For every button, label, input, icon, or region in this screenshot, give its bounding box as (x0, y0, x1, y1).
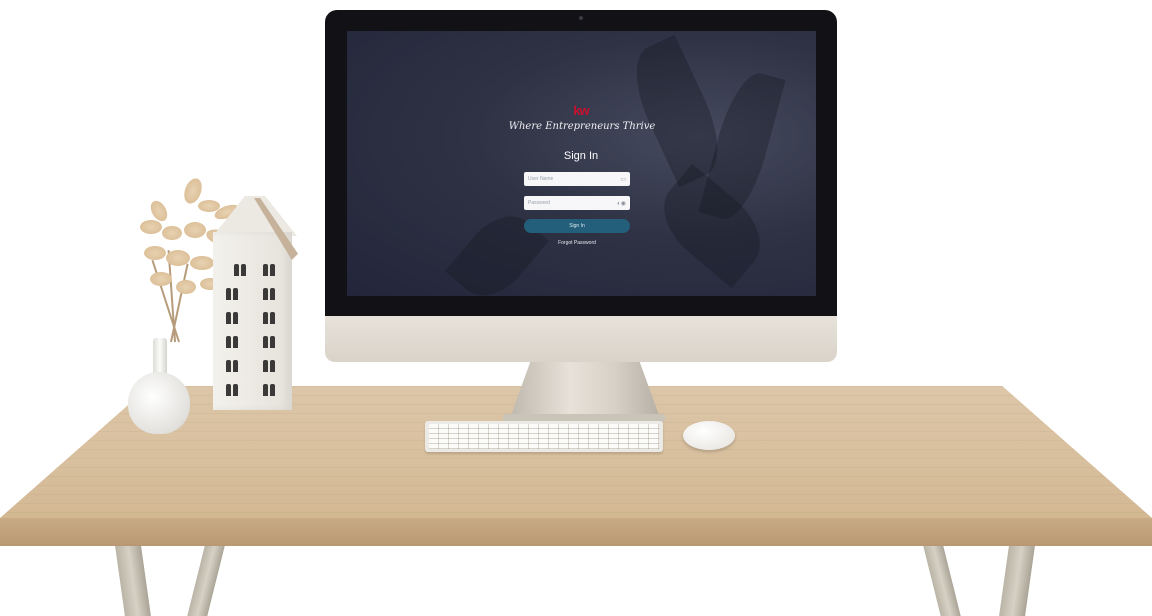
house-window (233, 336, 238, 348)
house-window (241, 264, 246, 276)
house-window (270, 264, 275, 276)
background-leaf (445, 202, 549, 296)
vase (128, 372, 190, 434)
mouse (683, 421, 735, 450)
kw-logo: kw (573, 103, 589, 118)
forgot-password-link[interactable]: Forgot Password (524, 240, 630, 246)
pampas-plume (166, 250, 190, 266)
house-window (226, 384, 231, 396)
house-window (270, 384, 275, 396)
house-window (263, 312, 268, 324)
house-window (270, 336, 275, 348)
pampas-plume (144, 246, 166, 260)
username-field[interactable]: User Name ▭ (524, 172, 630, 186)
desk-leg (115, 546, 151, 616)
house-window (270, 312, 275, 324)
house-window (263, 288, 268, 300)
id-card-icon: ▭ (620, 176, 626, 183)
sign-in-button[interactable]: Sign In (524, 219, 630, 233)
pampas-plume (190, 256, 214, 270)
sign-in-title: Sign In (563, 150, 599, 162)
house-window (226, 336, 231, 348)
password-placeholder: Password (528, 200, 550, 206)
monitor-chin (325, 316, 837, 362)
keyboard-keys (429, 424, 659, 449)
pampas-plume (176, 280, 196, 294)
house-window (226, 312, 231, 324)
house-window (270, 360, 275, 372)
house-window (234, 264, 239, 276)
house-window (233, 312, 238, 324)
desk-leg (923, 546, 961, 616)
house-window (226, 360, 231, 372)
camera-icon (579, 16, 583, 20)
monitor-stand (510, 360, 660, 418)
house-window (263, 264, 268, 276)
house-window (226, 288, 231, 300)
pampas-plume (184, 222, 206, 238)
eye-toggle-icon[interactable]: ◐◉ (617, 200, 626, 207)
background-leaf (647, 163, 777, 289)
house-window (233, 384, 238, 396)
house-window (263, 360, 268, 372)
pampas-plume (140, 220, 162, 234)
password-field[interactable]: Password ◐◉ (524, 196, 630, 210)
sign-in-button-label: Sign In (569, 223, 585, 229)
desk-leg (999, 546, 1035, 616)
pampas-plume (162, 226, 182, 240)
monitor-screen: kw Where Entrepreneurs Thrive Sign In Us… (347, 31, 816, 296)
house-window (263, 336, 268, 348)
house-window (233, 360, 238, 372)
decorative-house (213, 232, 292, 410)
desk-edge (0, 518, 1152, 546)
house-window (233, 288, 238, 300)
house-window (270, 288, 275, 300)
keyboard (425, 421, 663, 452)
brand-tagline: Where Entrepreneurs Thrive (508, 121, 656, 132)
desk-leg (187, 546, 225, 616)
username-placeholder: User Name (528, 176, 554, 182)
house-window (263, 384, 268, 396)
pampas-plume (150, 272, 172, 286)
